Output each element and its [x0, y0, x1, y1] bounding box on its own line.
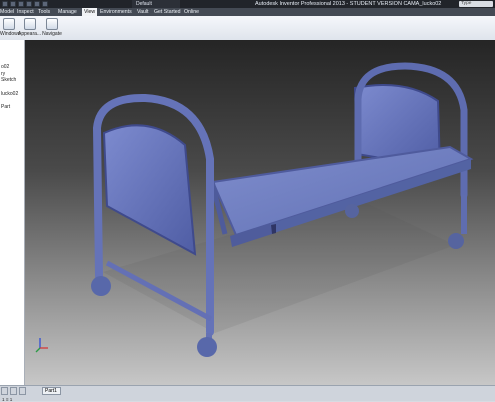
- menu-get-started[interactable]: Get Started: [154, 8, 181, 16]
- middle-wheel: [345, 204, 359, 218]
- menu-vault[interactable]: Vault: [137, 8, 148, 16]
- browser-item[interactable]: Part: [1, 104, 10, 110]
- navigate-label: Navigate: [42, 31, 62, 37]
- head-wheel: [91, 276, 111, 296]
- appearance-label: Appeara...: [18, 31, 42, 37]
- menu-bar: Model Inspect Tools Manage View Environm…: [0, 8, 495, 16]
- title-bar: Default Autodesk Inventor Professional 2…: [0, 0, 495, 8]
- open-file-icon[interactable]: [18, 1, 24, 7]
- menu-model[interactable]: Model: [0, 8, 14, 16]
- tiles-view-icon[interactable]: [10, 387, 17, 395]
- menu-environments[interactable]: Environments: [100, 8, 132, 16]
- redo-icon[interactable]: [42, 1, 48, 7]
- 3d-viewport[interactable]: [25, 40, 495, 385]
- help-search-field[interactable]: Type: [459, 1, 493, 7]
- windows-icon: [3, 18, 15, 30]
- menu-view[interactable]: View: [82, 8, 98, 16]
- appearance-button[interactable]: Appeara...: [18, 16, 41, 40]
- browser-item[interactable]: lucko02: [1, 91, 18, 97]
- foot-wheel: [448, 233, 464, 249]
- windows-button[interactable]: Windows: [0, 16, 21, 40]
- save-icon[interactable]: [26, 1, 32, 7]
- new-file-icon[interactable]: [10, 1, 16, 7]
- bottom-toolbar: Part1 1 ≡ 1: [0, 385, 495, 402]
- browser-item[interactable]: o02: [1, 64, 9, 70]
- ribbon: Windows Appeara... Navigate: [0, 16, 495, 41]
- menu-manage[interactable]: Manage: [58, 8, 77, 16]
- windows-label: Windows: [0, 31, 21, 37]
- app-menu-icon[interactable]: [2, 1, 8, 7]
- grid-view-icon[interactable]: [1, 387, 8, 395]
- cascade-view-icon[interactable]: [19, 387, 26, 395]
- front-wheel: [197, 337, 217, 357]
- appearance-icon: [23, 18, 36, 30]
- navigate-button[interactable]: Navigate: [41, 16, 63, 40]
- document-tab[interactable]: Part1: [42, 387, 61, 395]
- menu-online[interactable]: Online: [184, 8, 199, 16]
- browser-item[interactable]: Sketch: [1, 77, 16, 83]
- navigate-icon: [46, 18, 58, 30]
- model-browser: o02 ry Sketch lucko02 Part: [0, 40, 25, 385]
- menu-tools[interactable]: Tools: [38, 8, 50, 16]
- style-dropdown[interactable]: Default: [132, 0, 180, 8]
- window-title: Autodesk Inventor Professional 2013 - ST…: [255, 1, 442, 7]
- head-panel: [102, 124, 197, 256]
- view-axis-indicator: [34, 337, 52, 353]
- hospital-bed-model: [91, 62, 474, 357]
- menu-inspect[interactable]: Inspect: [17, 8, 34, 16]
- undo-icon[interactable]: [34, 1, 40, 7]
